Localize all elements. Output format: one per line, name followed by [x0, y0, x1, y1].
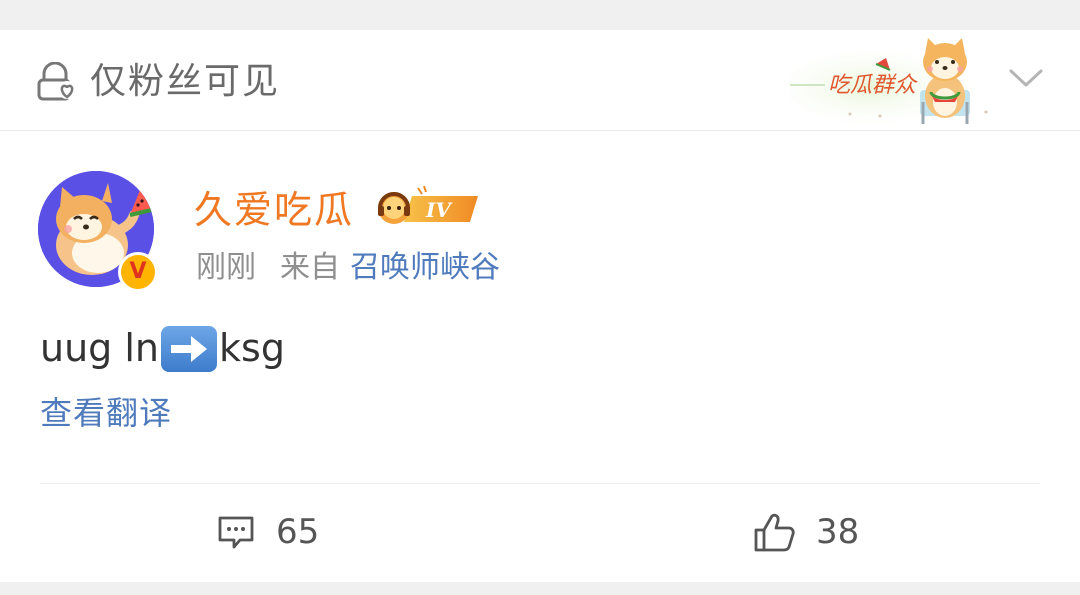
verified-mark: V	[129, 259, 147, 284]
thumbs-up-icon	[754, 513, 795, 552]
like-button[interactable]: 38	[752, 506, 859, 558]
source-prefix: 来自	[280, 250, 340, 285]
post-content: uug ln ksg	[40, 322, 285, 374]
privacy-header: 仅粉丝可见 吃瓜群众	[0, 30, 1080, 131]
comment-count: 65	[276, 512, 320, 552]
level-badge[interactable]: IV	[374, 186, 482, 230]
comment-button[interactable]: 65	[216, 506, 319, 558]
comment-icon	[218, 516, 254, 549]
source-link[interactable]: 召唤师峡谷	[350, 246, 500, 290]
right-arrow-emoji	[161, 326, 218, 372]
view-translation-link[interactable]: 查看翻译	[40, 390, 172, 436]
bottom-separator	[0, 582, 1080, 595]
shiba-sticker: 吃瓜群众	[790, 38, 988, 125]
chevron-down-icon[interactable]	[1008, 66, 1044, 90]
top-separator	[0, 0, 1080, 30]
verified-v-badge: V	[118, 252, 158, 292]
sticker-text: 吃瓜群众	[828, 73, 918, 98]
author-name[interactable]: 久爱吃瓜	[194, 184, 354, 236]
lock-user-icon	[37, 62, 76, 101]
action-divider	[40, 483, 1040, 484]
level-text: IV	[425, 198, 453, 222]
visibility-label: 仅粉丝可见	[90, 61, 281, 102]
post-text-end: ksg	[219, 326, 285, 370]
post-text-start: uug ln	[40, 326, 160, 370]
post-time: 刚刚	[196, 250, 256, 285]
weibo-post-screen: 仅粉丝可见 吃瓜群众 V 久爱吃瓜 IV 刚刚 来自 召唤师峡谷 uug ln …	[0, 0, 1080, 595]
like-count: 38	[816, 512, 860, 552]
